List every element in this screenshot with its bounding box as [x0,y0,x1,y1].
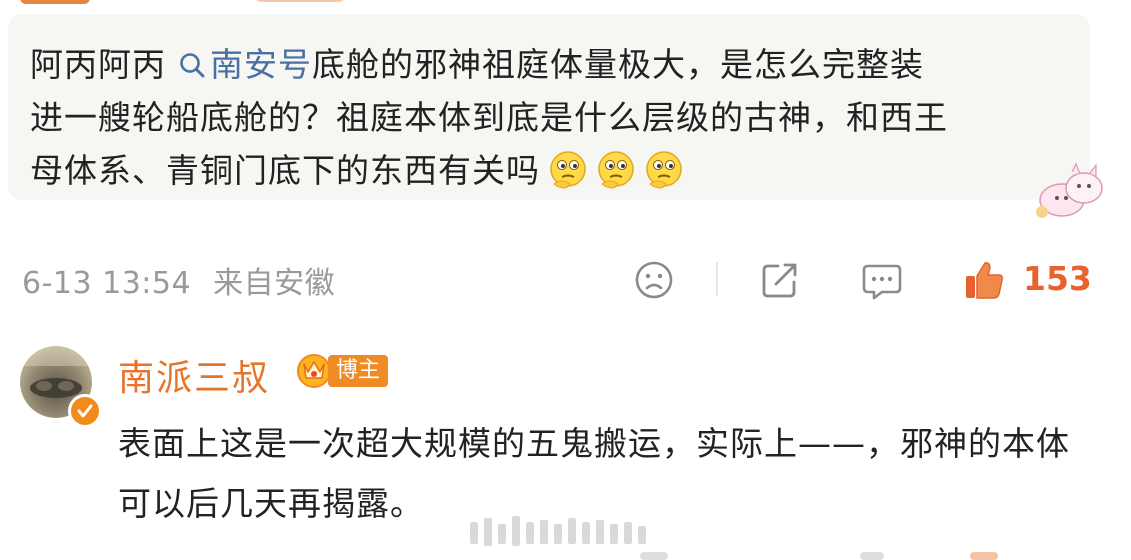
thumbs-up-icon[interactable] [962,258,1006,302]
next-content-fragment [970,552,998,560]
thinking-face-icon [550,151,586,189]
quoted-text-line2: 进一艘轮船底舱的？祖庭本体到底是什么层级的古神，和西王 [30,98,948,137]
like-count: 153 [1023,259,1092,298]
blogger-tag: 博主 [328,355,389,387]
cat-sticker-icon [1036,162,1103,218]
thinking-face-icon [646,151,682,189]
frown-face-icon[interactable] [632,258,676,302]
quoted-comment-box[interactable]: 阿丙阿丙 南安号底舱的邪神祖庭体量极大，是怎么完整装 进一艘轮船底舱的？祖庭本体到… [8,14,1090,200]
location: 来自安徽 [213,266,336,301]
action-divider [716,262,718,296]
next-content-fragment [860,552,884,560]
topic-link[interactable]: 南安号 [210,45,312,84]
search-icon [180,53,205,78]
timestamp: 6-13 13:54 [22,266,192,301]
comment-icon[interactable] [860,258,904,302]
thinking-face-icon [598,151,634,189]
quoted-author[interactable]: 阿丙阿丙 [30,45,166,84]
quoted-text-line3: 母体系、青铜门底下的东西有关吗 [30,151,540,190]
reply-username[interactable]: 南派三叔 [118,349,270,401]
quoted-text-line1: 底舱的邪神祖庭体量极大，是怎么完整装 [312,45,924,84]
previous-content-fragment [20,0,90,4]
weibo-watermark-icon [470,516,646,546]
share-icon[interactable] [758,258,802,302]
comment-meta: 6-13 13:54 来自安徽 [22,258,335,302]
quoted-comment-text: 阿丙阿丙 南安号底舱的邪神祖庭体量极大，是怎么完整装 进一艘轮船底舱的？祖庭本体到… [30,38,1080,197]
previous-content-fragment [255,0,345,2]
next-content-fragment [640,552,668,560]
verified-badge-icon [68,394,102,428]
